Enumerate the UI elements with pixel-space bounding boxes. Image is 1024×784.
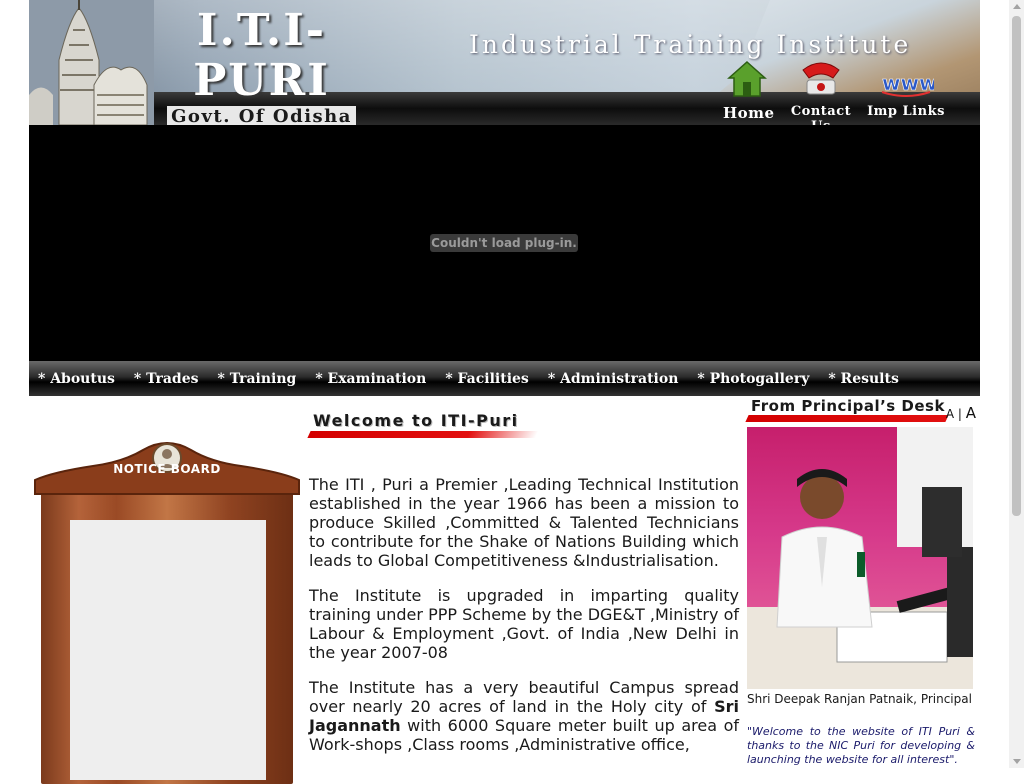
menu-item-administration[interactable]: * Administration [548,371,679,387]
font-size-controls: A | A [946,404,976,422]
welcome-paragraph-2: The Institute is upgraded in imparting q… [309,586,739,662]
font-separator: | [957,407,962,421]
nav-home[interactable]: Home [723,60,775,122]
menu-item-examination[interactable]: * Examination [315,371,426,387]
main-menu: * Aboutus * Trades * Training * Examinat… [29,361,980,396]
nav-imp-links[interactable]: www Imp Links [861,60,951,119]
welcome-content: The ITI , Puri a Premier ,Leading Techni… [309,475,739,770]
nav-contact-label: Contact Us [790,104,852,125]
nav-home-label: Home [723,104,775,122]
welcome-paragraph-3: The Institute has a very beautiful Campu… [309,678,739,754]
notice-board: NOTICE BOARD [33,436,301,784]
welcome-heading: Welcome to ITI-Puri [307,408,539,438]
scroll-down-arrow-icon[interactable] [1013,759,1021,764]
principal-heading-text: From Principal’s Desk [751,397,945,415]
page-wrapper: I.T.I-PURI Govt. Of Odisha Industrial Tr… [29,0,980,784]
principal-photo [747,427,973,689]
principal-desk: From Principal’s Desk A | A Shri Deepak … [745,396,980,766]
vertical-scrollbar[interactable] [1009,0,1024,768]
welcome-heading-text: Welcome to ITI-Puri [313,411,519,430]
nav-contact[interactable]: Contact Us [781,60,861,125]
font-large-button[interactable]: A [966,404,976,422]
principal-quote: "Welcome to the website of ITI Puri & th… [747,725,975,766]
menu-item-training[interactable]: * Training [218,371,297,387]
svg-text:www: www [882,71,934,95]
nav-imp-links-label: Imp Links [867,104,945,119]
font-small-button[interactable]: A [946,407,954,421]
menu-item-photogallery[interactable]: * Photogallery [697,371,809,387]
brand: I.T.I-PURI Govt. Of Odisha [154,6,369,125]
notice-panel [70,520,266,780]
principal-name: Shri Deepak Ranjan Patnaik, Principal [747,692,972,706]
phone-icon [802,62,840,95]
www-icon: www [881,71,938,97]
plugin-error-message: Couldn't load plug-in. [430,234,578,252]
welcome-paragraph-1: The ITI , Puri a Premier ,Leading Techni… [309,475,739,570]
institute-name: Industrial Training Institute [469,30,912,59]
brand-title: I.T.I-PURI [193,5,330,106]
notice-title: NOTICE BOARD [113,462,221,476]
menu-item-facilities[interactable]: * Facilities [445,371,529,387]
site-header: I.T.I-PURI Govt. Of Odisha Industrial Tr… [29,0,980,125]
scroll-up-arrow-icon[interactable] [1013,4,1021,9]
menu-item-results[interactable]: * Results [828,371,898,387]
scrollbar-thumb[interactable] [1012,16,1021,516]
temple-logo-icon [29,0,154,125]
brand-subtitle: Govt. Of Odisha [167,106,356,125]
menu-item-aboutus[interactable]: * Aboutus [38,371,115,387]
plugin-area[interactable]: Couldn't load plug-in. [29,125,980,361]
house-icon [727,60,767,97]
menu-item-trades[interactable]: * Trades [134,371,199,387]
